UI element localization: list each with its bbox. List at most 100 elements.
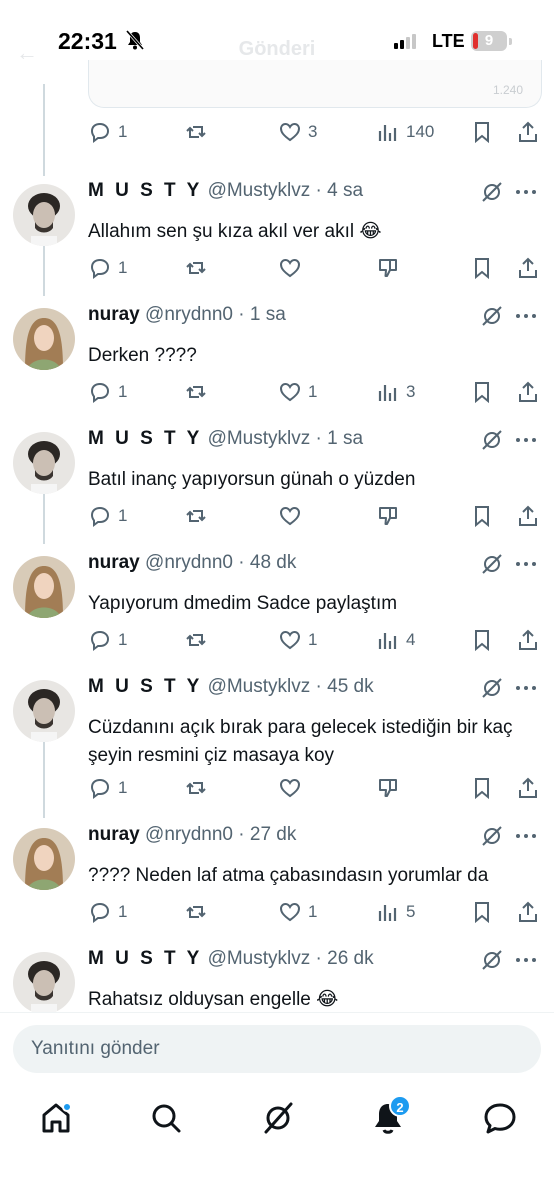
share-button[interactable]	[516, 776, 540, 800]
more-icon[interactable]	[516, 438, 542, 444]
like-button[interactable]: 1	[278, 380, 317, 404]
views-button[interactable]: 4	[376, 628, 415, 652]
more-icon[interactable]	[516, 958, 542, 964]
bookmark-button[interactable]	[470, 776, 494, 800]
like-button[interactable]: 1	[278, 628, 317, 652]
avatar[interactable]	[13, 680, 75, 742]
downvote-button[interactable]	[376, 504, 400, 528]
handle[interactable]: @Mustyklvz	[208, 428, 311, 449]
share-button[interactable]	[516, 504, 540, 528]
avatar[interactable]	[13, 184, 75, 246]
retweet-button[interactable]	[184, 504, 208, 528]
quoted-tweet-card[interactable]: 1.240	[88, 60, 542, 108]
more-icon[interactable]	[516, 834, 542, 840]
bookmark-button[interactable]	[470, 120, 494, 144]
bookmark-button[interactable]	[470, 380, 494, 404]
share-button[interactable]	[516, 900, 540, 924]
views-button[interactable]: 5	[376, 900, 415, 924]
reply-button[interactable]: 1	[88, 504, 127, 528]
avatar[interactable]	[13, 308, 75, 370]
grok-icon[interactable]	[480, 552, 504, 576]
display-name[interactable]: M U S T Y	[88, 676, 202, 697]
views-button[interactable]: 3	[376, 380, 415, 404]
retweet-button[interactable]	[184, 256, 208, 280]
more-icon[interactable]	[516, 562, 542, 568]
avatar[interactable]	[13, 952, 75, 1014]
tab-grok[interactable]	[260, 1100, 296, 1136]
grok-icon[interactable]	[480, 304, 504, 328]
display-name[interactable]: M U S T Y	[88, 180, 202, 201]
retweet-button[interactable]	[184, 380, 208, 404]
signal-icon	[394, 33, 416, 49]
retweet-icon	[186, 782, 206, 794]
avatar[interactable]	[13, 828, 75, 890]
handle[interactable]: @Mustyklvz	[208, 180, 311, 201]
views-button[interactable]: 140	[376, 120, 434, 144]
bookmark-button[interactable]	[470, 900, 494, 924]
more-icon[interactable]	[516, 314, 542, 320]
bookmark-button[interactable]	[470, 504, 494, 528]
bell-muted-icon	[126, 30, 144, 50]
like-icon	[279, 258, 301, 278]
share-button[interactable]	[516, 256, 540, 280]
display-name[interactable]: nuray	[88, 552, 140, 573]
grok-icon[interactable]	[480, 824, 504, 848]
retweet-button[interactable]	[184, 628, 208, 652]
like-count: 1	[308, 630, 318, 649]
display-name[interactable]: M U S T Y	[88, 428, 202, 449]
bookmark-icon	[475, 506, 489, 528]
like-button[interactable]	[278, 504, 308, 528]
bookmark-button[interactable]	[470, 628, 494, 652]
retweet-button[interactable]	[184, 900, 208, 924]
reply-input[interactable]: Yanıtını gönder	[13, 1025, 541, 1073]
tab-search[interactable]	[148, 1100, 184, 1136]
reply-count: 1	[118, 258, 128, 277]
reply-button[interactable]: 1	[88, 628, 127, 652]
handle[interactable]: @Mustyklvz	[208, 948, 311, 969]
grok-icon[interactable]	[480, 948, 504, 972]
handle[interactable]: @nrydnn0	[145, 304, 233, 325]
like-button[interactable]	[278, 256, 308, 280]
thread-line	[43, 84, 45, 176]
share-button[interactable]	[516, 380, 540, 404]
more-icon[interactable]	[516, 190, 542, 196]
share-icon	[519, 777, 537, 798]
action-row: 1	[88, 256, 540, 284]
tab-messages[interactable]	[482, 1100, 518, 1136]
tab-notifications[interactable]: 2	[370, 1095, 411, 1136]
reply-button[interactable]: 1	[88, 900, 127, 924]
display-name[interactable]: M U S T Y	[88, 948, 202, 969]
retweet-icon	[186, 510, 206, 522]
downvote-button[interactable]	[376, 776, 400, 800]
like-button[interactable]: 3	[278, 120, 317, 144]
handle[interactable]: @Mustyklvz	[208, 676, 311, 697]
reply-button[interactable]: 1	[88, 380, 127, 404]
bookmark-button[interactable]	[470, 256, 494, 280]
downvote-button[interactable]	[376, 256, 400, 280]
like-button[interactable]	[278, 776, 308, 800]
like-button[interactable]: 1	[278, 900, 317, 924]
grok-icon[interactable]	[480, 676, 504, 700]
share-button[interactable]	[516, 120, 540, 144]
handle[interactable]: @nrydnn0	[145, 552, 233, 573]
like-count: 3	[308, 122, 318, 141]
more-icon[interactable]	[516, 686, 542, 692]
reply-button[interactable]: 1	[88, 776, 127, 800]
retweet-button[interactable]	[184, 776, 208, 800]
retweet-button[interactable]	[184, 120, 208, 144]
grok-icon[interactable]	[480, 428, 504, 452]
handle[interactable]: @nrydnn0	[145, 824, 233, 845]
display-name[interactable]: nuray	[88, 304, 140, 325]
reply-button[interactable]: 1	[88, 120, 127, 144]
like-icon	[279, 382, 301, 402]
share-button[interactable]	[516, 628, 540, 652]
tweet-header: M U S T Y @Mustyklvz · 4 sa	[88, 180, 363, 202]
tab-home[interactable]	[38, 1100, 74, 1136]
tweet-header: M U S T Y @Mustyklvz · 1 sa	[88, 428, 363, 450]
display-name[interactable]: nuray	[88, 824, 140, 845]
avatar[interactable]	[13, 556, 75, 618]
bookmark-icon	[475, 630, 489, 652]
grok-icon[interactable]	[480, 180, 504, 204]
avatar[interactable]	[13, 432, 75, 494]
reply-button[interactable]: 1	[88, 256, 127, 280]
